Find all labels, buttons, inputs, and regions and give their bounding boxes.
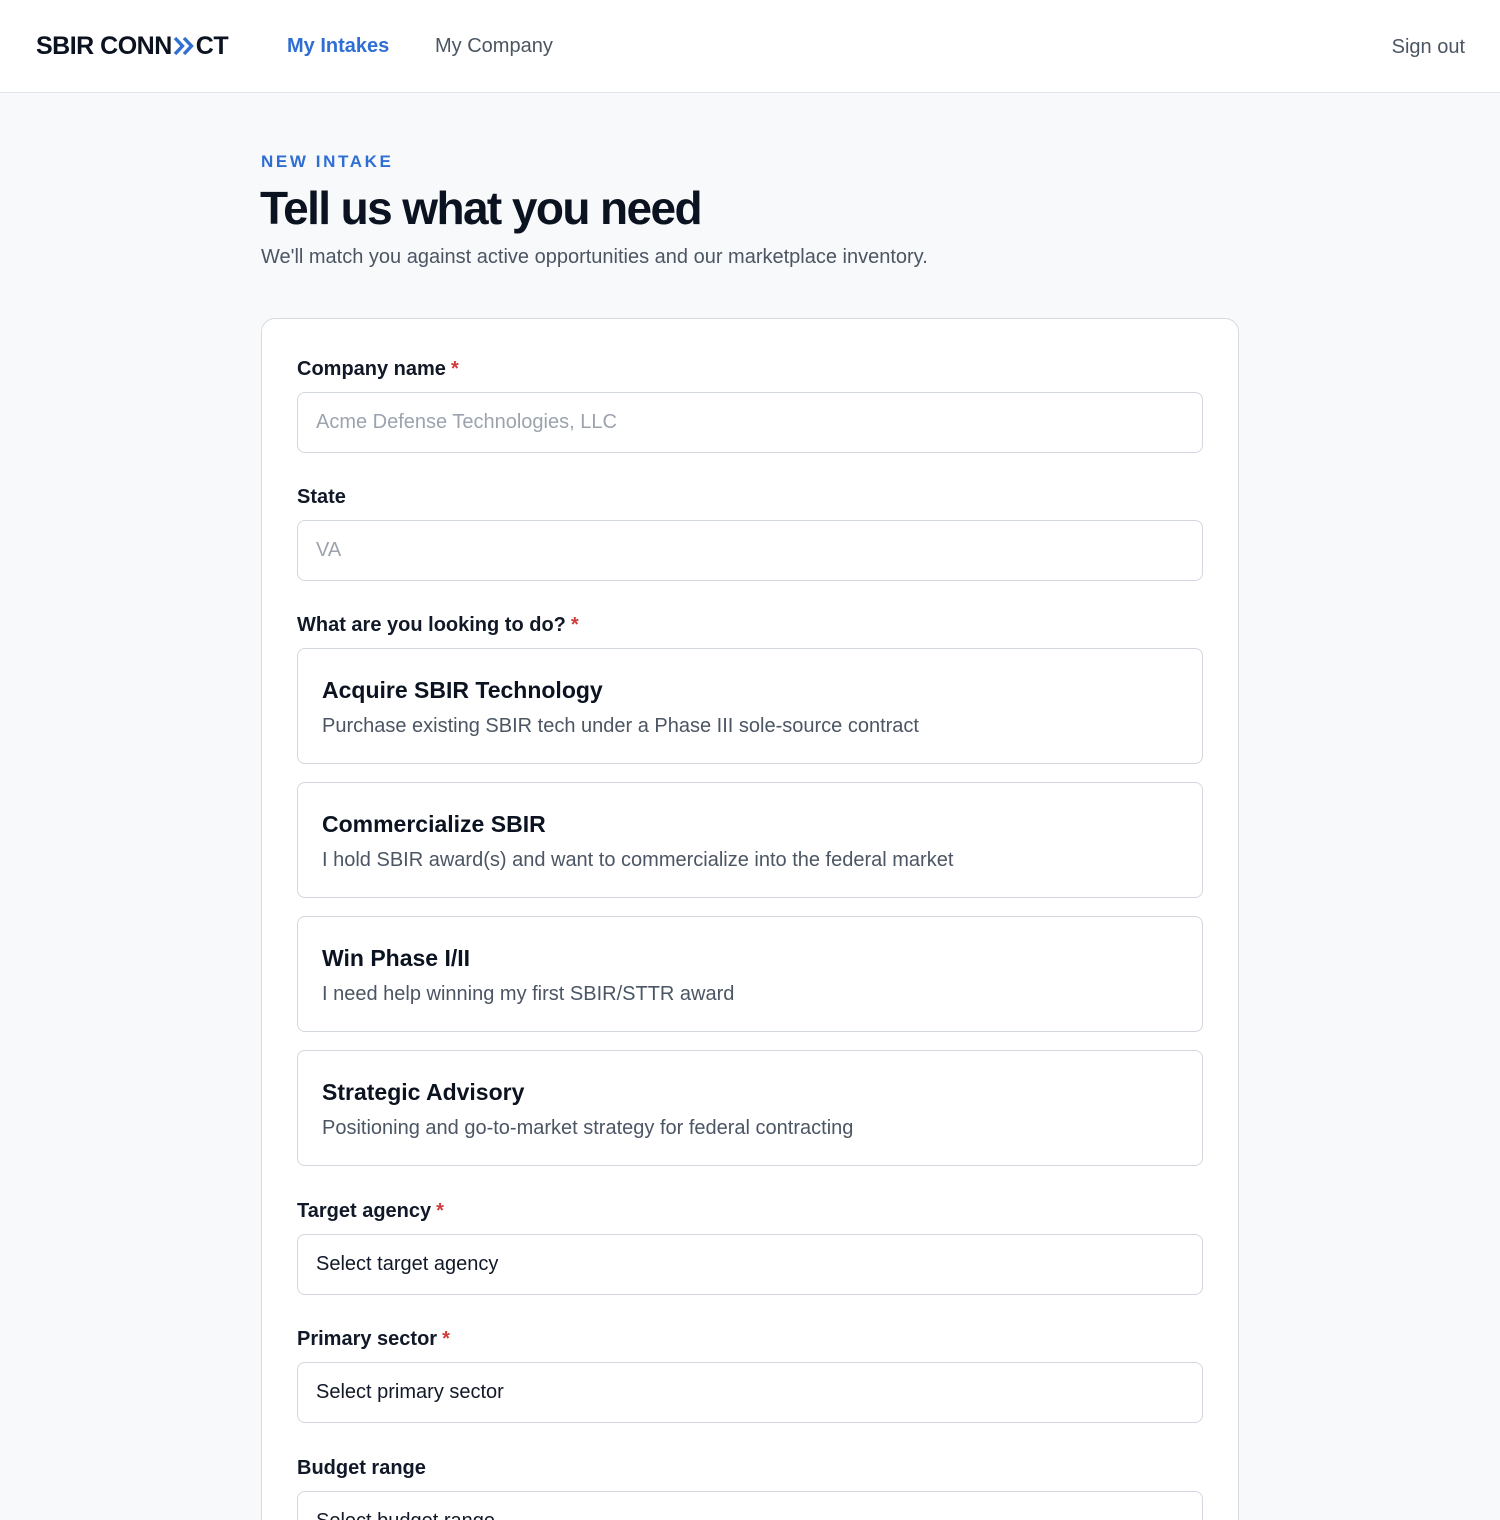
company-name-input[interactable]: Acme Defense Technologies, LLC bbox=[297, 392, 1203, 453]
double-chevron-right-icon bbox=[173, 36, 194, 56]
option-description: I need help winning my first SBIR/STTR a… bbox=[322, 983, 735, 1005]
nav-my-intakes[interactable]: My Intakes bbox=[287, 34, 389, 58]
target-agency-label-text: Target agency bbox=[297, 1200, 432, 1222]
page-subtitle: We'll match you against active opportuni… bbox=[261, 246, 928, 268]
goal-label-text: What are you looking to do? bbox=[297, 614, 566, 636]
primary-sector-select[interactable]: Select primary sector bbox=[297, 1362, 1203, 1423]
logo-text-right: CT bbox=[195, 32, 229, 60]
required-marker: * bbox=[436, 1200, 444, 1222]
top-navigation-bar: SBIR CONN CT My Intakes My Company Sign … bbox=[0, 0, 1500, 93]
budget-range-label: Budget range bbox=[297, 1457, 426, 1479]
option-title: Commercialize SBIR bbox=[322, 811, 546, 837]
option-title: Strategic Advisory bbox=[322, 1079, 525, 1105]
primary-sector-label-text: Primary sector bbox=[297, 1328, 438, 1350]
app-logo[interactable]: SBIR CONN CT bbox=[36, 32, 229, 60]
option-strategic-advisory[interactable]: Strategic Advisory Positioning and go-to… bbox=[297, 1050, 1203, 1166]
option-title: Win Phase I/II bbox=[322, 945, 471, 971]
required-marker: * bbox=[442, 1328, 450, 1350]
budget-range-select[interactable]: Select budget range bbox=[297, 1491, 1203, 1520]
option-win-phase-i-ii[interactable]: Win Phase I/II I need help winning my fi… bbox=[297, 916, 1203, 1032]
nav-my-company[interactable]: My Company bbox=[435, 34, 553, 58]
option-title: Acquire SBIR Technology bbox=[322, 677, 603, 703]
option-acquire-sbir-technology[interactable]: Acquire SBIR Technology Purchase existin… bbox=[297, 648, 1203, 764]
company-name-label-text: Company name bbox=[297, 358, 446, 380]
sign-out-link[interactable]: Sign out bbox=[1392, 35, 1465, 59]
state-input[interactable]: VA bbox=[297, 520, 1203, 581]
logo-text-left: SBIR CONN bbox=[36, 32, 172, 60]
page-eyebrow: NEW INTAKE bbox=[261, 152, 394, 171]
primary-sector-label: Primary sector * bbox=[297, 1327, 450, 1351]
page-title: Tell us what you need bbox=[260, 182, 703, 234]
option-description: Positioning and go-to-market strategy fo… bbox=[322, 1117, 854, 1139]
state-label: State bbox=[297, 486, 346, 508]
target-agency-label: Target agency * bbox=[297, 1199, 444, 1223]
option-commercialize-sbir[interactable]: Commercialize SBIR I hold SBIR award(s) … bbox=[297, 782, 1203, 898]
option-description: I hold SBIR award(s) and want to commerc… bbox=[322, 849, 954, 871]
company-name-label: Company name * bbox=[297, 357, 459, 381]
required-marker: * bbox=[450, 358, 459, 380]
goal-label: What are you looking to do? * bbox=[297, 613, 579, 637]
target-agency-select[interactable]: Select target agency bbox=[297, 1234, 1203, 1295]
option-description: Purchase existing SBIR tech under a Phas… bbox=[322, 715, 919, 737]
required-marker: * bbox=[570, 614, 579, 636]
